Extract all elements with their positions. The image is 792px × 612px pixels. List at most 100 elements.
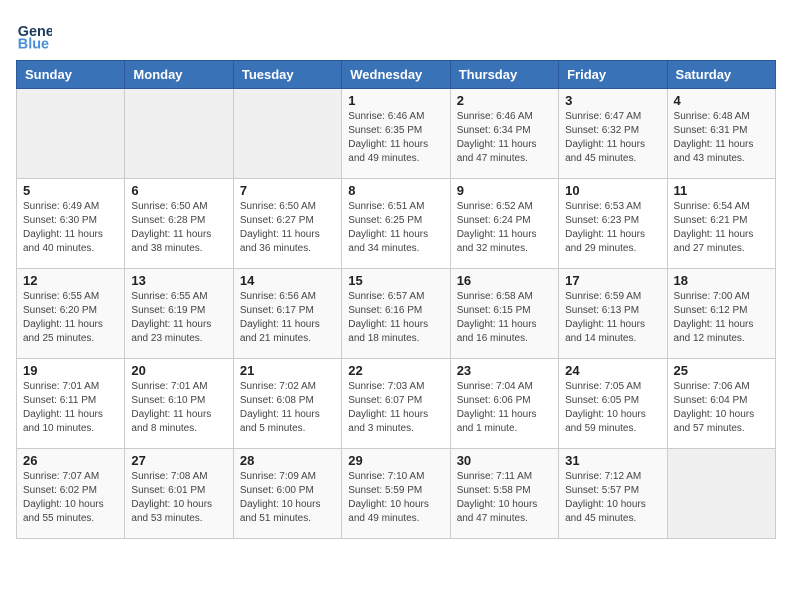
calendar-cell: 23 Sunrise: 7:04 AM Sunset: 6:06 PM Dayli… (450, 359, 558, 449)
day-info: Sunrise: 6:54 AM Sunset: 6:21 PM Dayligh… (674, 200, 769, 256)
day-info: Sunrise: 7:05 AM Sunset: 6:05 PM Dayligh… (565, 380, 660, 436)
day-info: Sunrise: 6:55 AM Sunset: 6:20 PM Dayligh… (23, 290, 118, 346)
weekday-row: SundayMondayTuesdayWednesdayThursdayFrid… (17, 61, 776, 89)
logo-icon: General Blue (16, 16, 52, 52)
day-number: 30 (457, 453, 552, 468)
calendar-cell: 30 Sunrise: 7:11 AM Sunset: 5:58 PM Dayli… (450, 449, 558, 539)
weekday-header: Sunday (17, 61, 125, 89)
calendar-cell: 2 Sunrise: 6:46 AM Sunset: 6:34 PM Daylig… (450, 89, 558, 179)
day-number: 4 (674, 93, 769, 108)
day-number: 25 (674, 363, 769, 378)
calendar-cell: 12 Sunrise: 6:55 AM Sunset: 6:20 PM Dayli… (17, 269, 125, 359)
day-number: 7 (240, 183, 335, 198)
calendar-cell: 26 Sunrise: 7:07 AM Sunset: 6:02 PM Dayli… (17, 449, 125, 539)
day-number: 2 (457, 93, 552, 108)
day-number: 16 (457, 273, 552, 288)
day-number: 1 (348, 93, 443, 108)
calendar-cell: 19 Sunrise: 7:01 AM Sunset: 6:11 PM Dayli… (17, 359, 125, 449)
calendar-cell: 21 Sunrise: 7:02 AM Sunset: 6:08 PM Dayli… (233, 359, 341, 449)
day-number: 29 (348, 453, 443, 468)
calendar-cell: 3 Sunrise: 6:47 AM Sunset: 6:32 PM Daylig… (559, 89, 667, 179)
calendar-cell: 8Sunrise: 6:51 AM Sunset: 6:25 PM Daylig… (342, 179, 450, 269)
calendar-cell: 20 Sunrise: 7:01 AM Sunset: 6:10 PM Dayli… (125, 359, 233, 449)
calendar-cell: 16 Sunrise: 6:58 AM Sunset: 6:15 PM Dayli… (450, 269, 558, 359)
day-info: Sunrise: 7:01 AM Sunset: 6:11 PM Dayligh… (23, 380, 118, 436)
svg-text:Blue: Blue (18, 36, 49, 52)
day-info: Sunrise: 7:04 AM Sunset: 6:06 PM Dayligh… (457, 380, 552, 436)
day-number: 13 (131, 273, 226, 288)
day-number: 19 (23, 363, 118, 378)
day-info: Sunrise: 7:02 AM Sunset: 6:08 PM Dayligh… (240, 380, 335, 436)
day-info: Sunrise: 6:59 AM Sunset: 6:13 PM Dayligh… (565, 290, 660, 346)
day-number: 31 (565, 453, 660, 468)
calendar-cell: 14Sunrise: 6:56 AM Sunset: 6:17 PM Dayli… (233, 269, 341, 359)
calendar-cell: 27Sunrise: 7:08 AM Sunset: 6:01 PM Dayli… (125, 449, 233, 539)
day-info: Sunrise: 7:09 AM Sunset: 6:00 PM Dayligh… (240, 470, 335, 526)
calendar-cell: 7 Sunrise: 6:50 AM Sunset: 6:27 PM Daylig… (233, 179, 341, 269)
day-number: 23 (457, 363, 552, 378)
day-info: Sunrise: 7:07 AM Sunset: 6:02 PM Dayligh… (23, 470, 118, 526)
calendar-cell (17, 89, 125, 179)
page-header: General Blue (16, 16, 776, 52)
weekday-header: Saturday (667, 61, 775, 89)
calendar-cell: 28Sunrise: 7:09 AM Sunset: 6:00 PM Dayli… (233, 449, 341, 539)
day-info: Sunrise: 6:50 AM Sunset: 6:27 PM Dayligh… (240, 200, 335, 256)
weekday-header: Tuesday (233, 61, 341, 89)
day-number: 22 (348, 363, 443, 378)
calendar-cell (667, 449, 775, 539)
day-info: Sunrise: 6:46 AM Sunset: 6:35 PM Dayligh… (348, 110, 443, 166)
day-number: 12 (23, 273, 118, 288)
calendar-cell (233, 89, 341, 179)
day-number: 20 (131, 363, 226, 378)
calendar-cell: 11 Sunrise: 6:54 AM Sunset: 6:21 PM Dayli… (667, 179, 775, 269)
day-number: 21 (240, 363, 335, 378)
calendar-week-row: 19 Sunrise: 7:01 AM Sunset: 6:11 PM Dayli… (17, 359, 776, 449)
day-info: Sunrise: 6:57 AM Sunset: 6:16 PM Dayligh… (348, 290, 443, 346)
weekday-header: Wednesday (342, 61, 450, 89)
calendar-cell: 4 Sunrise: 6:48 AM Sunset: 6:31 PM Daylig… (667, 89, 775, 179)
calendar-cell: 6 Sunrise: 6:50 AM Sunset: 6:28 PM Daylig… (125, 179, 233, 269)
day-info: Sunrise: 7:12 AM Sunset: 5:57 PM Dayligh… (565, 470, 660, 526)
day-info: Sunrise: 6:46 AM Sunset: 6:34 PM Dayligh… (457, 110, 552, 166)
calendar-cell (125, 89, 233, 179)
weekday-header: Monday (125, 61, 233, 89)
day-info: Sunrise: 7:03 AM Sunset: 6:07 PM Dayligh… (348, 380, 443, 436)
calendar-cell: 22 Sunrise: 7:03 AM Sunset: 6:07 PM Dayli… (342, 359, 450, 449)
day-info: Sunrise: 7:10 AM Sunset: 5:59 PM Dayligh… (348, 470, 443, 526)
day-info: Sunrise: 7:11 AM Sunset: 5:58 PM Dayligh… (457, 470, 552, 526)
calendar-cell: 9 Sunrise: 6:52 AM Sunset: 6:24 PM Daylig… (450, 179, 558, 269)
day-info: Sunrise: 6:58 AM Sunset: 6:15 PM Dayligh… (457, 290, 552, 346)
day-number: 6 (131, 183, 226, 198)
calendar-week-row: 1 Sunrise: 6:46 AM Sunset: 6:35 PM Daylig… (17, 89, 776, 179)
day-info: Sunrise: 6:49 AM Sunset: 6:30 PM Dayligh… (23, 200, 118, 256)
day-info: Sunrise: 6:50 AM Sunset: 6:28 PM Dayligh… (131, 200, 226, 256)
calendar-cell: 25Sunrise: 7:06 AM Sunset: 6:04 PM Dayli… (667, 359, 775, 449)
day-info: Sunrise: 6:53 AM Sunset: 6:23 PM Dayligh… (565, 200, 660, 256)
calendar-cell: 13Sunrise: 6:55 AM Sunset: 6:19 PM Dayli… (125, 269, 233, 359)
calendar-table: SundayMondayTuesdayWednesdayThursdayFrid… (16, 60, 776, 539)
calendar-cell: 18 Sunrise: 7:00 AM Sunset: 6:12 PM Dayli… (667, 269, 775, 359)
day-info: Sunrise: 6:52 AM Sunset: 6:24 PM Dayligh… (457, 200, 552, 256)
calendar-cell: 17Sunrise: 6:59 AM Sunset: 6:13 PM Dayli… (559, 269, 667, 359)
day-info: Sunrise: 6:47 AM Sunset: 6:32 PM Dayligh… (565, 110, 660, 166)
calendar-cell: 24Sunrise: 7:05 AM Sunset: 6:05 PM Dayli… (559, 359, 667, 449)
day-info: Sunrise: 7:08 AM Sunset: 6:01 PM Dayligh… (131, 470, 226, 526)
weekday-header: Thursday (450, 61, 558, 89)
day-number: 9 (457, 183, 552, 198)
calendar-body: 1 Sunrise: 6:46 AM Sunset: 6:35 PM Daylig… (17, 89, 776, 539)
day-info: Sunrise: 7:01 AM Sunset: 6:10 PM Dayligh… (131, 380, 226, 436)
day-number: 11 (674, 183, 769, 198)
day-number: 18 (674, 273, 769, 288)
day-number: 5 (23, 183, 118, 198)
day-number: 8 (348, 183, 443, 198)
weekday-header: Friday (559, 61, 667, 89)
day-number: 3 (565, 93, 660, 108)
calendar-cell: 15 Sunrise: 6:57 AM Sunset: 6:16 PM Dayli… (342, 269, 450, 359)
day-number: 26 (23, 453, 118, 468)
day-number: 14 (240, 273, 335, 288)
calendar-header: SundayMondayTuesdayWednesdayThursdayFrid… (17, 61, 776, 89)
day-info: Sunrise: 7:00 AM Sunset: 6:12 PM Dayligh… (674, 290, 769, 346)
day-info: Sunrise: 6:48 AM Sunset: 6:31 PM Dayligh… (674, 110, 769, 166)
day-number: 15 (348, 273, 443, 288)
calendar-week-row: 5 Sunrise: 6:49 AM Sunset: 6:30 PM Daylig… (17, 179, 776, 269)
